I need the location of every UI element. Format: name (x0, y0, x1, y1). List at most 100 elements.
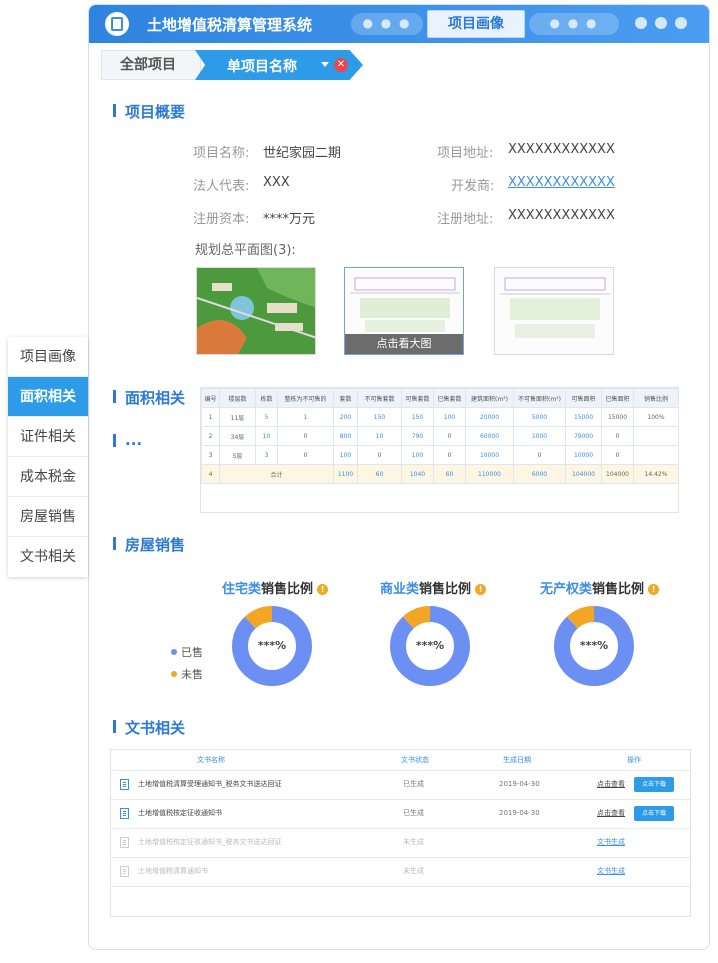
section-title-overview: 项目概要 (113, 101, 185, 122)
warning-icon[interactable]: ! (317, 584, 329, 595)
cell: 0 (433, 445, 466, 465)
window-dot-icon[interactable] (675, 17, 687, 29)
window-dot-icon[interactable] (655, 17, 667, 29)
document-icon (120, 779, 129, 790)
cell: 0 (601, 426, 634, 446)
donut-center-label: ***% (257, 639, 287, 652)
chevron-down-icon[interactable] (321, 62, 329, 67)
developer-link[interactable]: XXXXXXXXXXXX (508, 175, 615, 190)
cell: 0 (433, 426, 466, 446)
chart-title-non-property: 无产权类销售比例! (540, 578, 660, 597)
cell: 6000 (513, 464, 566, 484)
header-cell: 文书名称 (197, 756, 225, 764)
cell: 104000 (565, 464, 602, 484)
table-row: 土地增值税核定征收通知书 已生成 2019-04-30 点击查看 点击下载 (111, 799, 690, 829)
table-row: 土地增值税清算受理通知书_税务文书送达回证 已生成 2019-04-30 点击查… (111, 770, 690, 800)
cell (633, 426, 679, 446)
chart-title-rest: 销售比例 (261, 582, 314, 597)
cell: 60 (357, 464, 402, 484)
header-cell: 销售比例 (633, 388, 679, 408)
header-cell: 建筑面积(m²) (465, 388, 514, 408)
document-name: 土地增值税核定征收通知书 (138, 809, 222, 817)
tab-dots-right: ● ● ● (549, 16, 599, 30)
legend-label: 未售 (181, 668, 203, 681)
side-nav: 项目画像 面积相关 证件相关 成本税金 房屋销售 文书相关 (8, 337, 88, 577)
document-date: 2019-04-30 (499, 809, 540, 817)
sidebar-item-documents[interactable]: 文书相关 (8, 537, 88, 577)
chart-title-highlight: 商业类 (380, 582, 420, 597)
cell: 100 (401, 445, 434, 465)
tab-label: 项目画像 (448, 16, 504, 32)
cell: 1 (201, 407, 220, 427)
tab-project-portrait[interactable]: 项目画像 (427, 10, 525, 38)
cell: 150 (401, 407, 434, 427)
warning-icon[interactable]: ! (475, 584, 487, 595)
header-cell: 不可售套数 (357, 388, 402, 408)
breadcrumb-label: 全部项目 (120, 57, 176, 73)
window-dot-icon[interactable] (635, 17, 647, 29)
document-icon (120, 837, 129, 848)
cell: 11层 (219, 407, 256, 427)
plan-label: 规划总平面图(3): (195, 243, 296, 258)
generate-link[interactable]: 文书生成 (597, 828, 625, 857)
document-name: 土地增值税清算通知书 (138, 867, 208, 875)
tab-dots-left: ● ● ● (362, 16, 412, 30)
cell: 5层 (219, 445, 256, 465)
site-plan-thumbnail-1[interactable] (196, 267, 316, 355)
tab-placeholder-left[interactable]: ● ● ● (351, 13, 423, 35)
sidebar-item-house-sales[interactable]: 房屋销售 (8, 497, 88, 537)
cell: 104000 (601, 464, 634, 484)
cell: 34层 (219, 426, 256, 446)
app-title: 土地增值税清算管理系统 (147, 16, 313, 34)
header-cell: 整栋为不可售的 (277, 388, 334, 408)
legend-unsold: 未售 (171, 666, 203, 682)
header-cell: 栋数 (255, 388, 278, 408)
cell: 15000 (565, 407, 602, 427)
legend-label: 已售 (181, 646, 203, 659)
download-button[interactable]: 点击下载 (634, 806, 674, 821)
view-link[interactable]: 点击查看 (597, 799, 625, 828)
document-icon (120, 866, 129, 877)
cell: 5 (255, 407, 278, 427)
sidebar-item-project-portrait[interactable]: 项目画像 (8, 337, 88, 377)
tab-placeholder-right[interactable]: ● ● ● (529, 13, 619, 35)
generate-link[interactable]: 文书生成 (597, 857, 625, 886)
cell: 100 (333, 445, 358, 465)
cell: 10 (357, 426, 402, 446)
document-date: 2019-04-30 (499, 780, 540, 788)
cell: 10 (255, 426, 278, 446)
cell: 3 (201, 445, 220, 465)
sidebar-item-area[interactable]: 面积相关 (8, 377, 88, 417)
area-table-container: 编号 楼层数 栋数 整栋为不可售的 套数 不可售套数 可售套数 已售套数 建筑面… (200, 387, 679, 513)
close-icon[interactable]: ✕ (334, 58, 348, 72)
cell: 14.42% (633, 464, 679, 484)
cell: 0 (277, 426, 334, 446)
header-cell: 文书状态 (401, 756, 429, 764)
view-link[interactable]: 点击查看 (597, 770, 625, 799)
download-button[interactable]: 点击下载 (634, 777, 674, 792)
site-plan-thumbnail-2[interactable]: 点击看大图 (344, 267, 464, 355)
warning-icon[interactable]: ! (648, 584, 660, 595)
sidebar-item-cost-tax[interactable]: 成本税金 (8, 457, 88, 497)
document-icon (120, 808, 129, 819)
cell: 0 (277, 445, 334, 465)
header-cell: 操作 (627, 756, 641, 764)
site-plan-thumbnail-3[interactable] (494, 267, 614, 355)
table-row: 2 34层 10 0 800 10 790 0 60000 1000 79000… (201, 426, 679, 446)
view-large-button[interactable]: 点击看大图 (345, 334, 463, 354)
field-label: 注册资本: (193, 212, 250, 227)
breadcrumb-all-projects[interactable]: 全部项目 (101, 50, 201, 80)
project-address-value: XXXXXXXXXXXX (508, 142, 615, 157)
cell: 100% (633, 407, 679, 427)
cell: 79000 (565, 426, 602, 446)
breadcrumb-single-project[interactable]: 单项目名称 ✕ (195, 50, 363, 80)
document-status: 未生成 (403, 838, 424, 846)
legend-dot-icon (171, 671, 177, 677)
sidebar-item-certificates[interactable]: 证件相关 (8, 417, 88, 457)
site-plan-aerial-image (197, 268, 315, 354)
header-cell: 楼层数 (219, 388, 256, 408)
reg-address-value: XXXXXXXXXXXX (508, 208, 615, 223)
chart-title-rest: 销售比例 (592, 582, 645, 597)
document-status: 已生成 (403, 780, 424, 788)
cell: 20000 (465, 407, 514, 427)
